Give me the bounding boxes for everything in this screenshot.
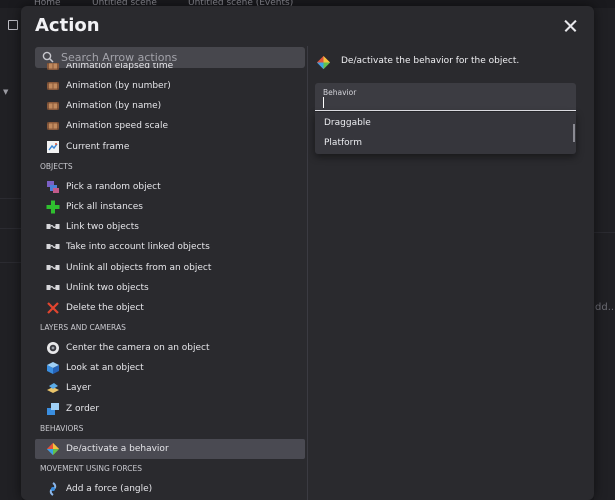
grid-line: [594, 232, 615, 233]
search-icon: [42, 51, 54, 63]
action-item[interactable]: Animation elapsed time: [35, 63, 305, 76]
action-item[interactable]: Pick a random object: [35, 177, 305, 197]
layer-icon: [46, 381, 60, 395]
action-item-label: Animation (by number): [66, 81, 171, 92]
action-list[interactable]: Animation elapsed time Animation (by numb…: [21, 63, 307, 500]
group-header: BEHAVIORS: [40, 423, 84, 433]
film-strip-icon: [46, 99, 60, 113]
action-item-label: Animation (by name): [66, 101, 162, 112]
action-item-label: Z order: [66, 403, 100, 414]
editor-left-gutter: ▼: [0, 8, 22, 500]
action-item[interactable]: Animation (by number): [35, 76, 305, 96]
panels-icon[interactable]: [8, 20, 18, 30]
link-icon: [46, 261, 60, 275]
action-item-label: Take into account linked objects: [66, 242, 210, 253]
action-item-label: Add a force (angle): [66, 484, 153, 495]
action-item[interactable]: Z order: [35, 399, 305, 419]
action-item-label: Animation elapsed time: [66, 63, 174, 71]
action-item[interactable]: Unlink all objects from an object: [35, 258, 305, 278]
group-header: LAYERS AND CAMERAS: [40, 322, 126, 332]
film-strip-icon: [46, 79, 60, 93]
action-description: De/activate the behavior for the object.: [341, 56, 520, 66]
action-item-label: Animation speed scale: [66, 121, 168, 132]
film-strip-icon: [46, 63, 60, 73]
cube-icon: [46, 361, 60, 375]
action-item-label: Layer: [66, 383, 92, 394]
random-objects-icon: [46, 180, 60, 194]
action-item[interactable]: Layer: [35, 378, 305, 398]
action-item-label: Unlink all objects from an object: [66, 262, 212, 273]
text-caret: [323, 97, 325, 108]
behavior-icon: [46, 442, 60, 456]
action-item[interactable]: Delete the object: [35, 298, 305, 318]
behavior-option-draggable[interactable]: Draggable: [324, 113, 371, 133]
collapse-arrow-icon[interactable]: ▼: [3, 88, 8, 96]
action-item-label: Center the camera on an object: [66, 343, 210, 354]
action-item-label: De/activate a behavior: [66, 443, 169, 454]
action-item-label: Pick all instances: [66, 202, 143, 213]
action-item[interactable]: Link two objects: [35, 217, 305, 237]
action-dialog: Action Animation elapsed time Animation (…: [21, 6, 594, 500]
link-icon: [46, 240, 60, 254]
camera-icon: [46, 341, 60, 355]
grid-line: [0, 198, 22, 199]
action-item[interactable]: Look at an object: [35, 358, 305, 378]
action-item[interactable]: Take into account linked objects: [35, 237, 305, 257]
action-item-selected[interactable]: De/activate a behavior: [35, 438, 305, 459]
delete-x-icon: [46, 301, 60, 315]
action-item-label: Link two objects: [66, 222, 139, 233]
grid-line: [0, 228, 22, 229]
action-item[interactable]: Center the camera on an object: [35, 338, 305, 358]
behavior-option-platform[interactable]: Platform: [324, 133, 362, 153]
action-item-label: Look at an object: [66, 363, 144, 374]
film-strip-icon: [46, 119, 60, 133]
plus-icon: [46, 200, 60, 214]
close-icon[interactable]: [561, 16, 581, 36]
behavior-icon: [316, 55, 331, 70]
group-header: MOVEMENT USING FORCES: [40, 464, 142, 473]
dialog-title: Action: [35, 15, 100, 36]
action-item[interactable]: Animation speed scale: [35, 116, 305, 136]
action-item[interactable]: Pick all instances: [35, 197, 305, 217]
behavior-field[interactable]: Behavior: [315, 83, 576, 111]
pane-divider: [307, 46, 308, 500]
force-icon: [46, 482, 60, 496]
action-item[interactable]: Animation (by name): [35, 96, 305, 116]
action-item-label: Delete the object: [66, 302, 144, 313]
editor-right-gutter: dd...: [594, 8, 615, 500]
grid-line: [0, 262, 22, 263]
link-icon: [46, 220, 60, 234]
group-header: OBJECTS: [40, 161, 73, 171]
action-item[interactable]: Current frame: [35, 137, 305, 157]
z-order-icon: [46, 402, 60, 416]
events-fragment-text: dd...: [595, 302, 615, 313]
action-item-label: Pick a random object: [66, 181, 161, 192]
action-item-label: Unlink two objects: [66, 282, 149, 293]
field-scroll-indicator: [573, 124, 575, 142]
action-item[interactable]: Unlink two objects: [35, 278, 305, 298]
behavior-dropdown: Draggable Platform: [315, 112, 576, 154]
link-icon: [46, 281, 60, 295]
actions-pane: Animation elapsed time Animation (by numb…: [21, 42, 307, 500]
frame-icon: [46, 140, 60, 154]
behavior-field-label: Behavior: [323, 88, 357, 97]
action-item[interactable]: Add a force (angle): [35, 479, 305, 499]
action-item-label: Current frame: [66, 141, 130, 152]
